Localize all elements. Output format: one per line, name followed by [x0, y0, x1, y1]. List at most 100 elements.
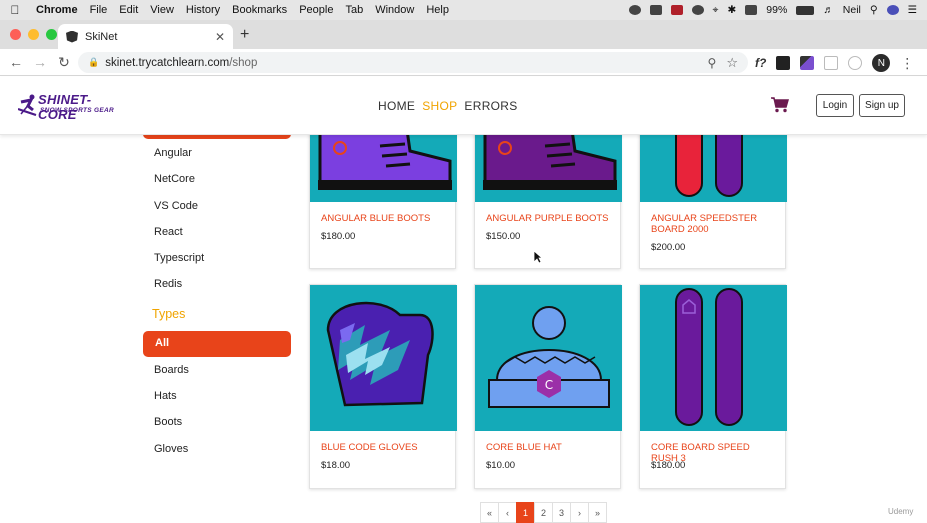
notification-center-icon[interactable]: ☰ — [908, 4, 917, 16]
product-card[interactable]: CORE BOARD SPEED RUSH 3 $180.00 — [639, 284, 787, 489]
product-card[interactable]: ANGULAR SPEEDSTER BOARD 2000 $200.00 — [639, 135, 787, 269]
lock-icon[interactable]: 🔒 — [88, 57, 99, 68]
type-hats[interactable]: Hats — [154, 390, 177, 402]
nav-home[interactable]: HOME — [378, 99, 415, 113]
product-card[interactable]: BLUE CODE GLOVES $18.00 — [309, 284, 457, 489]
record-icon[interactable] — [670, 5, 683, 15]
zoom-window-button[interactable] — [46, 29, 57, 40]
shopping-cart-icon[interactable] — [771, 97, 789, 113]
brand-redis[interactable]: Redis — [154, 278, 182, 290]
purple-boot-icon[interactable] — [475, 135, 622, 202]
volume-icon[interactable]: ♬ — [823, 4, 834, 16]
product-name[interactable]: BLUE CODE GLOVES — [321, 442, 446, 453]
brand-angular[interactable]: Angular — [154, 147, 192, 159]
product-name[interactable]: CORE BLUE HAT — [486, 442, 611, 453]
menu-bookmarks[interactable]: Bookmarks — [226, 4, 293, 16]
brand-filter-active[interactable] — [143, 135, 291, 139]
close-tab-icon[interactable]: ✕ — [215, 30, 225, 44]
menu-app[interactable]: Chrome — [30, 4, 84, 16]
page-next[interactable]: › — [570, 502, 589, 523]
page-last[interactable]: » — [588, 502, 607, 523]
page-prev[interactable]: ‹ — [498, 502, 517, 523]
address-bar[interactable]: 🔒 skinet.trycatchlearn.com/shop ⚲ ☆ — [78, 52, 748, 73]
product-name[interactable]: ANGULAR PURPLE BOOTS — [486, 213, 611, 224]
extension-box-icon[interactable] — [824, 56, 839, 70]
airplay-icon[interactable] — [745, 5, 758, 15]
page-first[interactable]: « — [480, 502, 499, 523]
glove-icon[interactable] — [310, 285, 457, 431]
extension-icon[interactable] — [776, 56, 791, 70]
chrome-menu-icon[interactable]: ⋮ — [900, 55, 914, 72]
battery-icon[interactable] — [796, 5, 815, 15]
pagination: « ‹ 1 2 3 › » — [480, 502, 607, 523]
blue-boot-icon[interactable] — [310, 135, 457, 202]
skinet-logo[interactable]: SHINET-CORE SNOW SPORTS GEAR — [18, 92, 118, 122]
url-path: /shop — [229, 56, 258, 69]
type-boards[interactable]: Boards — [154, 364, 189, 376]
browser-tab[interactable]: SkiNet ✕ — [58, 24, 233, 49]
bookmark-star-icon[interactable]: ☆ — [726, 55, 738, 71]
eyedropper-icon[interactable] — [800, 56, 815, 70]
function-extension-icon[interactable]: f? — [755, 56, 766, 70]
profile-avatar[interactable]: N — [872, 54, 891, 72]
nav-shop[interactable]: SHOP — [422, 99, 457, 113]
snowboard-icon[interactable] — [640, 135, 787, 202]
mac-menu-bar:  Chrome File Edit View History Bookmark… — [0, 0, 927, 20]
product-card[interactable]: ANGULAR BLUE BOOTS $180.00 — [309, 135, 457, 269]
status-icon[interactable] — [649, 5, 662, 15]
snowboard-icon[interactable] — [640, 285, 787, 431]
close-window-button[interactable] — [10, 29, 21, 40]
brand-vscode[interactable]: VS Code — [154, 200, 198, 212]
product-name[interactable]: ANGULAR BLUE BOOTS — [321, 213, 446, 224]
new-tab-icon[interactable]: + — [240, 26, 249, 44]
menu-view[interactable]: View — [144, 4, 180, 16]
site-navbar: SHINET-CORE SNOW SPORTS GEAR HOME SHOP E… — [0, 77, 927, 135]
cloud-icon[interactable] — [628, 5, 641, 15]
product-price: $10.00 — [486, 460, 516, 471]
udemy-watermark: Udemy — [888, 507, 914, 516]
bluetooth-icon[interactable]: ✱ — [727, 4, 736, 16]
menu-history[interactable]: History — [180, 4, 226, 16]
reload-icon[interactable]: ↻ — [52, 54, 76, 71]
beanie-icon[interactable]: C — [475, 285, 622, 431]
signup-button[interactable]: Sign up — [859, 94, 905, 117]
type-gloves[interactable]: Gloves — [154, 443, 188, 455]
svg-text:C: C — [545, 378, 553, 392]
brand-netcore[interactable]: NetCore — [154, 173, 195, 185]
product-card[interactable]: ANGULAR PURPLE BOOTS $150.00 — [474, 135, 622, 269]
menu-help[interactable]: Help — [420, 4, 455, 16]
product-card[interactable]: C CORE BLUE HAT $10.00 — [474, 284, 622, 489]
minimize-window-button[interactable] — [28, 29, 39, 40]
page-2[interactable]: 2 — [534, 502, 553, 523]
menu-file[interactable]: File — [84, 4, 114, 16]
page-3[interactable]: 3 — [552, 502, 571, 523]
menu-window[interactable]: Window — [369, 4, 420, 16]
nav-errors[interactable]: ERRORS — [464, 99, 517, 113]
product-name[interactable]: ANGULAR SPEEDSTER BOARD 2000 — [651, 213, 776, 235]
wifi-icon[interactable]: ⌖ — [713, 4, 719, 17]
page-1[interactable]: 1 — [516, 502, 535, 523]
logo-tagline: SNOW SPORTS GEAR — [40, 107, 115, 114]
back-icon[interactable]: ← — [4, 54, 28, 70]
browser-tab-strip: SkiNet ✕ + — [0, 20, 927, 49]
menu-people[interactable]: People — [293, 4, 339, 16]
time-machine-icon[interactable] — [691, 5, 704, 15]
brand-typescript[interactable]: Typescript — [154, 252, 204, 264]
zoom-icon[interactable]: ⚲ — [708, 56, 717, 70]
extension-circle-icon[interactable] — [848, 56, 863, 70]
login-button[interactable]: Login — [816, 94, 854, 117]
product-price: $200.00 — [651, 242, 686, 253]
spotlight-icon[interactable]: ⚲ — [870, 4, 878, 16]
forward-icon[interactable]: → — [28, 54, 52, 70]
siri-icon[interactable] — [886, 5, 899, 15]
type-boots[interactable]: Boots — [154, 416, 182, 428]
type-all[interactable]: All — [143, 331, 291, 357]
user-name[interactable]: Neil — [843, 4, 861, 16]
shop-content: Angular NetCore VS Code React Typescript… — [0, 135, 927, 523]
brand-react[interactable]: React — [154, 226, 183, 238]
menu-edit[interactable]: Edit — [113, 4, 144, 16]
apple-icon[interactable]:  — [0, 3, 30, 17]
mouse-cursor-icon — [533, 250, 543, 264]
battery-label: 99% — [766, 4, 788, 16]
menu-tab[interactable]: Tab — [339, 4, 369, 16]
